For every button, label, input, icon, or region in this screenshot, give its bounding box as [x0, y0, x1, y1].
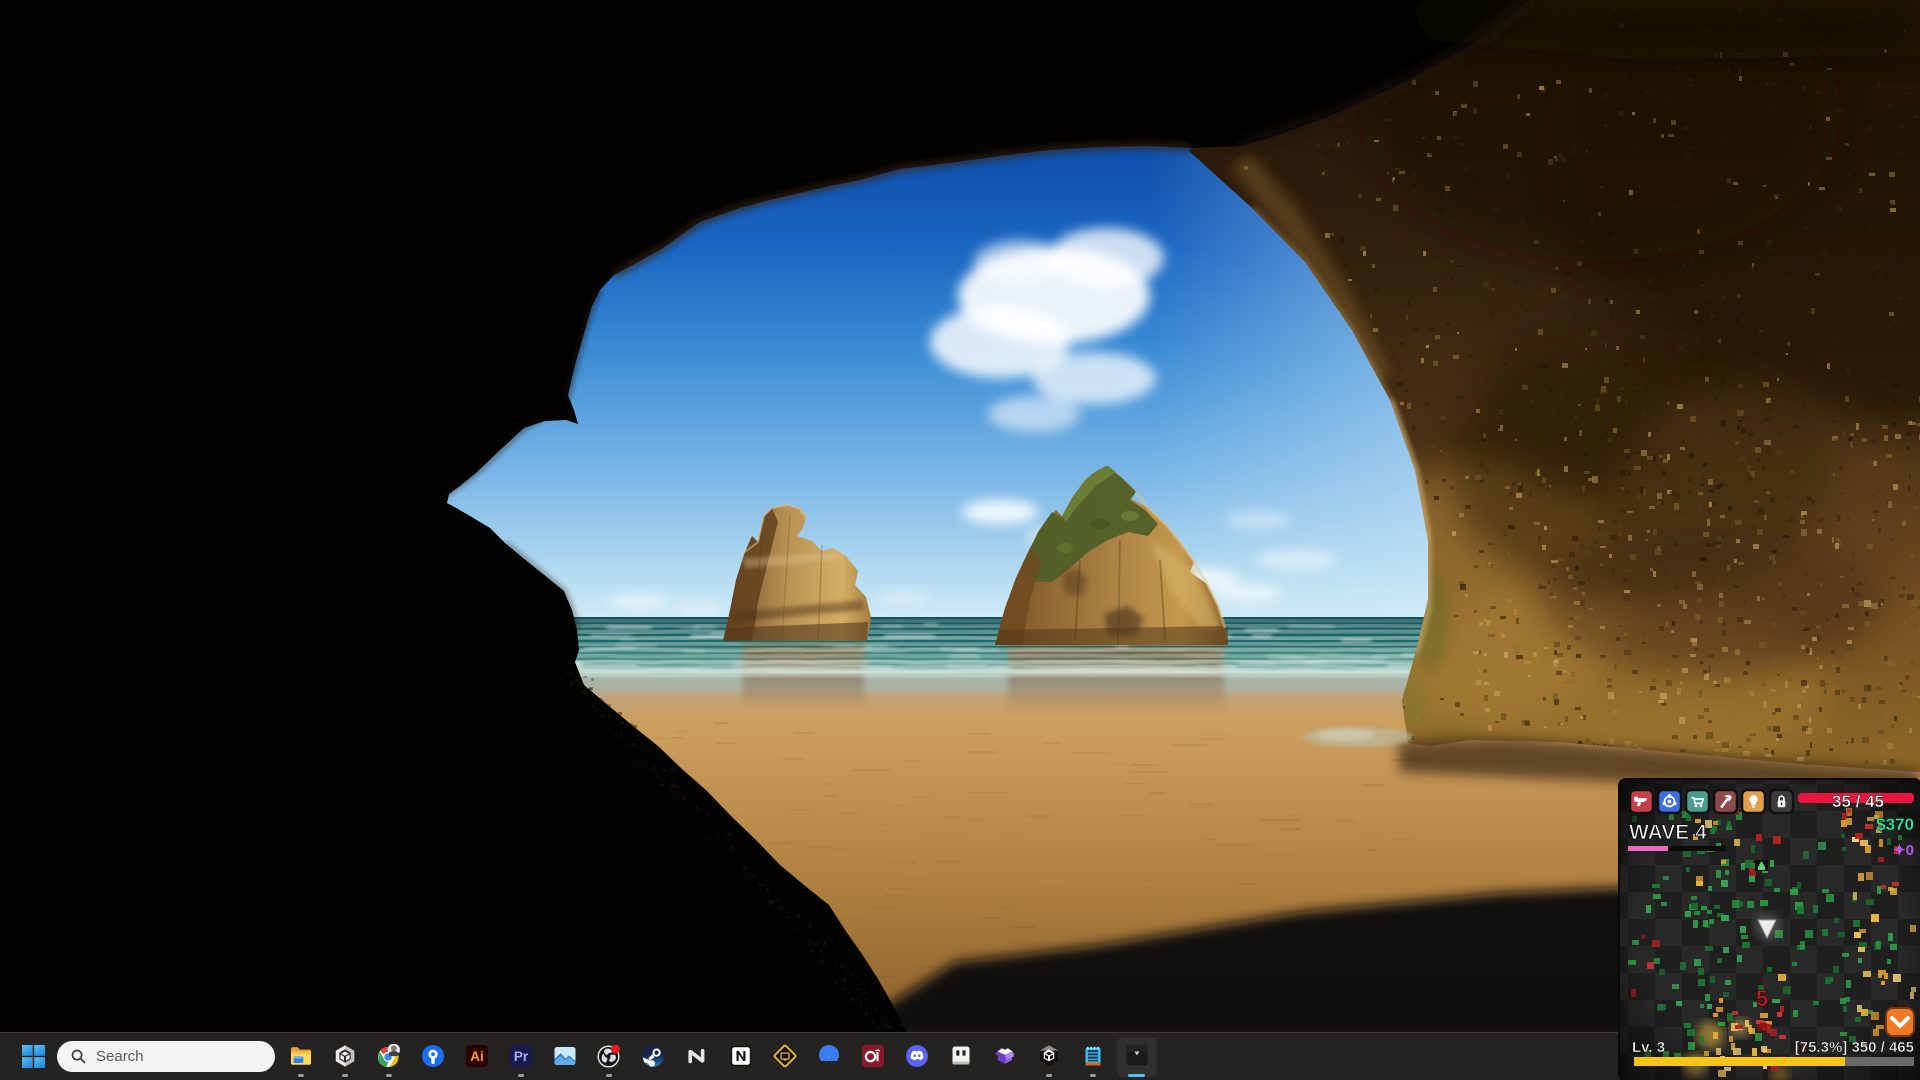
- svg-text:Pr: Pr: [514, 1049, 529, 1064]
- svg-text:WAVE 4: WAVE 4: [1629, 821, 1707, 844]
- svg-text:[75.3%] 350 / 465: [75.3%] 350 / 465: [1795, 1039, 1914, 1056]
- svg-text:Ai: Ai: [470, 1049, 484, 1064]
- svg-text:✦0: ✦0: [1893, 842, 1914, 859]
- svg-text:35 / 45: 35 / 45: [1832, 792, 1884, 811]
- svg-text:$370: $370: [1876, 815, 1914, 834]
- svg-text:Lv. 3: Lv. 3: [1632, 1039, 1665, 1056]
